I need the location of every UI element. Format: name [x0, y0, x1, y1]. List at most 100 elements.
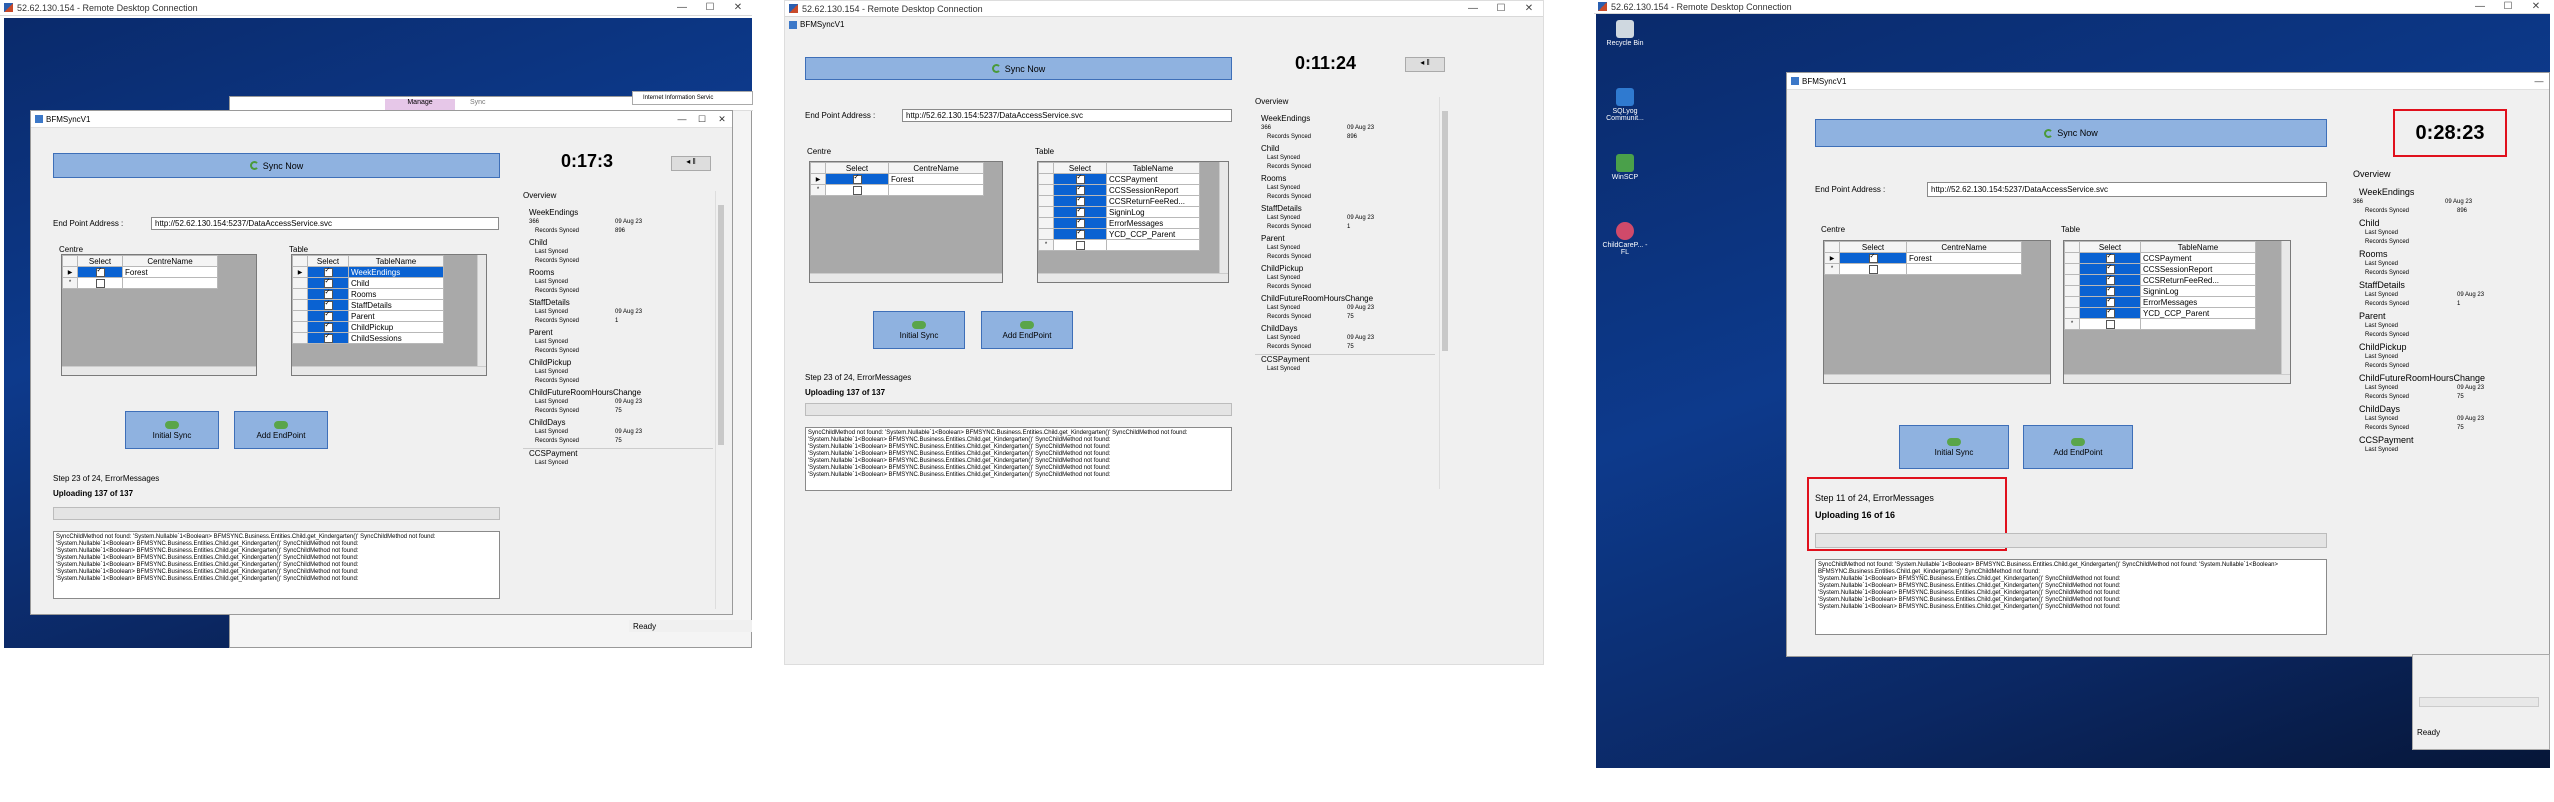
- select-checkbox[interactable]: [2105, 307, 2115, 318]
- table-row[interactable]: CCSReturnFeeRed...: [1038, 195, 1200, 207]
- table-row[interactable]: CCSSessionReport: [2064, 263, 2256, 275]
- scrollbar-thumb[interactable]: [718, 205, 724, 445]
- select-checkbox[interactable]: [95, 278, 105, 288]
- log-textbox[interactable]: SyncChildMethod not found: 'System.Nulla…: [53, 531, 500, 599]
- select-checkbox[interactable]: [2105, 296, 2115, 307]
- vertical-scrollbar[interactable]: [2281, 241, 2290, 383]
- log-textbox[interactable]: SyncChildMethod not found: 'System.Nulla…: [1815, 559, 2327, 635]
- select-checkbox[interactable]: [323, 277, 333, 288]
- childcare-icon[interactable]: ChildCareP... - FL: [1600, 222, 1650, 256]
- select-checkbox[interactable]: [1075, 217, 1085, 228]
- minimize-icon[interactable]: —: [2466, 1, 2494, 12]
- minimize-icon[interactable]: —: [1459, 3, 1487, 14]
- select-checkbox[interactable]: [1075, 206, 1085, 217]
- table-row[interactable]: Child: [292, 277, 444, 289]
- table-row[interactable]: ErrorMessages: [2064, 296, 2256, 308]
- pause-controls[interactable]: ◂ ‖: [671, 156, 711, 171]
- table-row[interactable]: ▶WeekEndings: [292, 266, 444, 278]
- table-row[interactable]: ChildPickup: [292, 321, 444, 333]
- select-checkbox[interactable]: [1075, 240, 1085, 250]
- table-row[interactable]: YCD_CCP_Parent: [2064, 307, 2256, 319]
- select-checkbox[interactable]: [95, 266, 105, 277]
- table-row[interactable]: ▶Forest: [62, 266, 218, 278]
- select-checkbox[interactable]: [1868, 252, 1878, 263]
- endpoint-input[interactable]: http://52.62.130.154:5237/DataAccessServ…: [1927, 182, 2327, 197]
- minimize-icon[interactable]: —: [672, 114, 692, 124]
- pause-controls[interactable]: ◂ ‖: [1405, 57, 1445, 72]
- initial-sync-button[interactable]: Initial Sync: [873, 311, 965, 349]
- select-checkbox[interactable]: [323, 288, 333, 299]
- table-row[interactable]: SigninLog: [1038, 206, 1200, 218]
- sqlyog-icon[interactable]: SQLyog Communit...: [1600, 88, 1650, 122]
- close-icon[interactable]: ✕: [2522, 1, 2550, 12]
- overview-scrollbar[interactable]: [1439, 97, 1449, 489]
- table-row[interactable]: ChildSessions: [292, 332, 444, 344]
- sync-now-button[interactable]: Sync Now: [805, 57, 1232, 80]
- select-checkbox[interactable]: [2105, 285, 2115, 296]
- select-checkbox[interactable]: [323, 310, 333, 321]
- table-row[interactable]: ▶Forest: [810, 173, 984, 185]
- horizontal-scrollbar[interactable]: [1038, 273, 1228, 282]
- select-checkbox[interactable]: [2105, 252, 2115, 263]
- maximize-icon[interactable]: ☐: [696, 2, 724, 13]
- add-endpoint-button[interactable]: Add EndPoint: [2023, 425, 2133, 469]
- select-checkbox[interactable]: [323, 299, 333, 310]
- minimize-icon[interactable]: —: [2529, 76, 2549, 86]
- vertical-scrollbar[interactable]: [1219, 162, 1228, 282]
- select-checkbox[interactable]: [1075, 195, 1085, 206]
- select-checkbox[interactable]: [1075, 184, 1085, 195]
- table-row[interactable]: CCSReturnFeeRed...: [2064, 274, 2256, 286]
- select-checkbox[interactable]: [323, 321, 333, 332]
- table-row[interactable]: CCSSessionReport: [1038, 184, 1200, 196]
- centre-grid[interactable]: SelectCentreName ▶Forest *: [1823, 240, 2051, 384]
- table-row[interactable]: ▶Forest: [1824, 252, 2022, 264]
- horizontal-scrollbar[interactable]: [810, 273, 1002, 282]
- add-endpoint-button[interactable]: Add EndPoint: [981, 311, 1073, 349]
- background-manage-tab[interactable]: Manage: [385, 99, 455, 110]
- scrollbar-thumb[interactable]: [1442, 111, 1448, 351]
- close-icon[interactable]: ✕: [724, 2, 752, 13]
- endpoint-input[interactable]: http://52.62.130.154:5237/DataAccessServ…: [151, 217, 499, 230]
- select-checkbox[interactable]: [1868, 264, 1878, 274]
- recycle-bin-icon[interactable]: Recycle Bin: [1600, 20, 1650, 47]
- table-row[interactable]: ErrorMessages: [1038, 217, 1200, 229]
- select-checkbox[interactable]: [323, 332, 333, 343]
- table-row[interactable]: SigninLog: [2064, 285, 2256, 297]
- endpoint-input[interactable]: http://52.62.130.154:5237/DataAccessServ…: [902, 109, 1232, 122]
- table-row[interactable]: YCD_CCP_Parent: [1038, 228, 1200, 240]
- select-checkbox[interactable]: [1075, 173, 1085, 184]
- horizontal-scrollbar[interactable]: [1824, 374, 2050, 383]
- initial-sync-button[interactable]: Initial Sync: [1899, 425, 2009, 469]
- add-endpoint-button[interactable]: Add EndPoint: [234, 411, 328, 449]
- select-checkbox[interactable]: [2105, 263, 2115, 274]
- select-checkbox[interactable]: [852, 185, 862, 195]
- close-icon[interactable]: ✕: [1515, 3, 1543, 14]
- centre-grid[interactable]: SelectCentreName ▶Forest *: [809, 161, 1003, 283]
- initial-sync-button[interactable]: Initial Sync: [125, 411, 219, 449]
- table-row[interactable]: *: [1824, 263, 2022, 275]
- select-checkbox[interactable]: [323, 266, 333, 277]
- horizontal-scrollbar[interactable]: [292, 366, 486, 375]
- close-icon[interactable]: ✕: [712, 114, 732, 125]
- vertical-scrollbar[interactable]: [477, 255, 486, 375]
- table-grid[interactable]: SelectTableName CCSPayment CCSSessionRep…: [1037, 161, 1229, 283]
- background-sync-tab[interactable]: Sync: [470, 99, 486, 106]
- select-checkbox[interactable]: [2105, 274, 2115, 285]
- horizontal-scrollbar[interactable]: [62, 366, 256, 375]
- maximize-icon[interactable]: ☐: [692, 114, 712, 125]
- table-row[interactable]: *: [2064, 318, 2256, 330]
- table-row[interactable]: *: [810, 184, 984, 196]
- sync-now-button[interactable]: Sync Now: [1815, 119, 2327, 147]
- table-row[interactable]: CCSPayment: [1038, 173, 1200, 185]
- select-checkbox[interactable]: [852, 173, 862, 184]
- sync-now-button[interactable]: Sync Now: [53, 153, 500, 178]
- select-checkbox[interactable]: [2105, 319, 2115, 329]
- table-row[interactable]: *: [1038, 239, 1200, 251]
- select-checkbox[interactable]: [1075, 228, 1085, 239]
- horizontal-scrollbar[interactable]: [2064, 374, 2290, 383]
- maximize-icon[interactable]: ☐: [2494, 1, 2522, 12]
- table-row[interactable]: Rooms: [292, 288, 444, 300]
- table-row[interactable]: *: [62, 277, 218, 289]
- winscp-icon[interactable]: WinSCP: [1600, 154, 1650, 181]
- maximize-icon[interactable]: ☐: [1487, 3, 1515, 14]
